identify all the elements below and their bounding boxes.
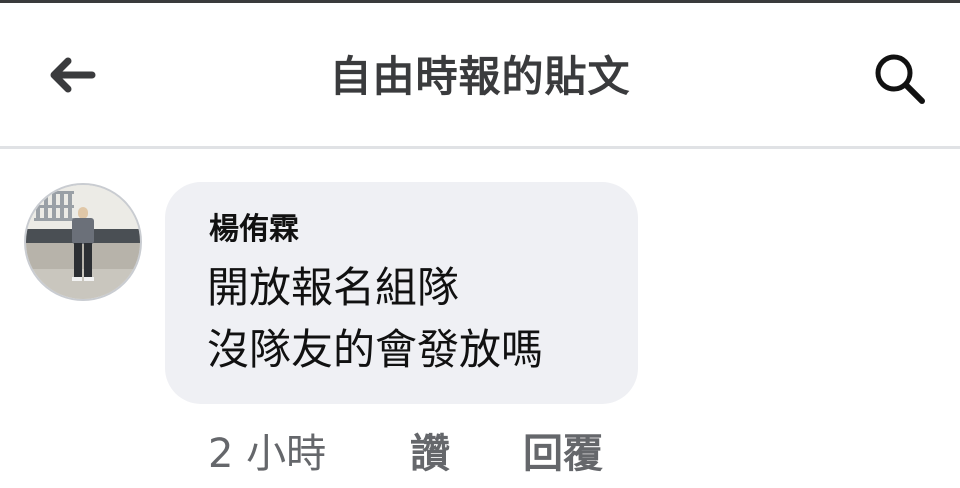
- comment-timestamp: 2 小時: [208, 431, 327, 477]
- app-header: 自由時報的貼文: [0, 3, 960, 146]
- avatar[interactable]: [24, 183, 142, 301]
- header-divider: [0, 146, 960, 149]
- comment-author[interactable]: 楊侑霖: [209, 210, 299, 250]
- page-title: 自由時報的貼文: [329, 52, 631, 101]
- back-button[interactable]: [40, 51, 104, 99]
- comment-bubble: 楊侑霖 開放報名組隊 沒隊友的會發放嗎: [165, 182, 638, 404]
- comment-text-line: 沒隊友的會發放嗎: [207, 325, 544, 374]
- reply-button[interactable]: 回覆: [523, 426, 603, 482]
- comment-text-line: 開放報名組隊: [207, 263, 460, 312]
- like-button[interactable]: 讚: [410, 426, 450, 482]
- user-photo-avatar: [26, 185, 140, 299]
- search-icon: [875, 54, 925, 104]
- arrow-left-icon: [50, 57, 96, 93]
- search-button[interactable]: [864, 47, 936, 111]
